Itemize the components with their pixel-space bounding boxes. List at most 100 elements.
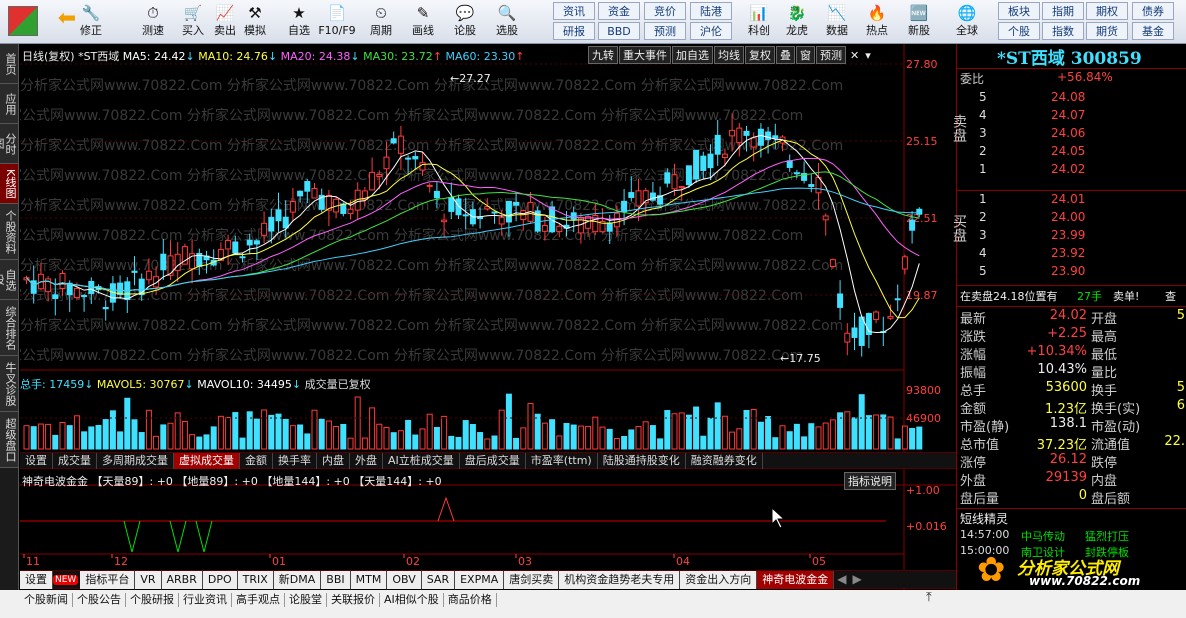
- toolbar-1-button[interactable]: ⏱ 测速: [134, 2, 172, 42]
- chart-close-icon[interactable]: ✕: [847, 49, 862, 62]
- bottom-tab-6[interactable]: 关联报价: [327, 593, 380, 607]
- volume-subtab-5[interactable]: 换手率: [273, 453, 317, 469]
- indicator-tab-6[interactable]: 新DMA: [273, 571, 322, 589]
- toolbar-small-1-button[interactable]: 资金: [598, 2, 640, 20]
- chart-button-7[interactable]: 预测: [816, 46, 846, 64]
- panel-divider: [957, 285, 1186, 286]
- indicator-tab-0[interactable]: 设置: [20, 571, 53, 589]
- indicator-help-button[interactable]: 指标说明: [844, 472, 896, 490]
- toolbar-small-0-button[interactable]: 资讯: [553, 2, 595, 20]
- toolbar-small-15-button[interactable]: 基金: [1132, 22, 1174, 40]
- toolbar-small-13-button[interactable]: 指数: [1042, 22, 1084, 40]
- bottom-tab-5[interactable]: 论股堂: [285, 593, 327, 607]
- toolbar-4-button[interactable]: ⚒ 模拟: [236, 2, 274, 42]
- toolbar-0-icon: 🔧: [81, 4, 101, 22]
- indicator-tab-9[interactable]: OBV: [387, 571, 422, 589]
- volume-subtab-8[interactable]: AI立桩成交量: [383, 453, 460, 469]
- chart-button-5[interactable]: 叠: [776, 46, 795, 64]
- volume-subtab-3[interactable]: 虚拟成交量: [174, 453, 240, 469]
- volume-subtab-7[interactable]: 外盘: [350, 453, 383, 469]
- left-tab-5[interactable]: 自选股: [0, 260, 18, 300]
- toolbar-small-3-button[interactable]: 陆港: [690, 2, 732, 20]
- toolbar-small-12-button[interactable]: 个股: [998, 22, 1040, 40]
- toolbar-small-9-button[interactable]: 指期: [1042, 2, 1084, 20]
- volume-subtab-4[interactable]: 金额: [240, 453, 273, 469]
- toolbar-small-6-button[interactable]: 预测: [644, 22, 686, 40]
- left-tab-4[interactable]: 个股资料: [0, 204, 18, 260]
- chart-dropdown-icon[interactable]: ▾: [862, 49, 874, 62]
- indicator-scroll-right-icon[interactable]: ▶: [849, 572, 864, 586]
- volume-bar: [318, 418, 325, 450]
- bottom-tab-0[interactable]: 个股新闻: [20, 593, 73, 607]
- toolbar-small-11-button[interactable]: 债券: [1132, 2, 1174, 20]
- toolbar-11-button[interactable]: 📊 科创: [740, 2, 778, 42]
- left-tab-2[interactable]: 分时图: [0, 124, 18, 164]
- indicator-tab-7[interactable]: BBI: [321, 571, 351, 589]
- toolbar-7-button[interactable]: ⏲ 周期: [362, 2, 400, 42]
- indicator-tab-10[interactable]: SAR: [421, 571, 456, 589]
- toolbar-8-button[interactable]: ✎ 画线: [404, 2, 442, 42]
- chart-button-2[interactable]: 加自选: [672, 46, 713, 64]
- volume-header: 总手: 17459↓ MAVOL5: 30767↓ MAVOL10: 34495…: [20, 378, 371, 391]
- indicator-tab-2[interactable]: VR: [135, 571, 162, 589]
- left-tab-6[interactable]: 综合排名: [0, 300, 18, 356]
- volume-subtab-11[interactable]: 陆股通持股变化: [598, 453, 686, 469]
- bottom-tab-4[interactable]: 高手观点: [232, 593, 285, 607]
- bottom-tab-1[interactable]: 个股公告: [73, 593, 126, 607]
- toolbar-15-button[interactable]: 🆕 新股: [900, 2, 938, 42]
- volume-subtab-12[interactable]: 融资融券变化: [686, 453, 763, 469]
- volume-subtab-2[interactable]: 多周期成交量: [97, 453, 174, 469]
- volume-subtab-9[interactable]: 盘后成交量: [460, 453, 526, 469]
- chart-button-1[interactable]: 重大事件: [619, 46, 671, 64]
- notice-query-button[interactable]: 查: [1165, 288, 1176, 304]
- toolbar-small-14-button[interactable]: 期货: [1086, 22, 1128, 40]
- indicator-scroll-left-icon[interactable]: ◀: [834, 572, 849, 586]
- toolbar-small-4-button[interactable]: 研报: [553, 22, 595, 40]
- toolbar-14-button[interactable]: 🔥 热点: [858, 2, 896, 42]
- volume-subtab-10[interactable]: 市盈率(ttm): [526, 453, 598, 469]
- chart-button-3[interactable]: 均线: [714, 46, 744, 64]
- indicator-tab-13[interactable]: 机构资金趋势老夫专用: [559, 571, 681, 589]
- left-tab-8[interactable]: 超级盘口: [0, 412, 18, 468]
- indicator-tab-4[interactable]: DPO: [202, 571, 238, 589]
- toolbar-9-button[interactable]: 💬 论股: [446, 2, 484, 42]
- volume-subtab-6[interactable]: 内盘: [317, 453, 350, 469]
- kline-chart-area[interactable]: 27.80 25.15 22.51 19.87 分析家公式网www.70822.Com …: [20, 44, 956, 590]
- chart-button-0[interactable]: 九转: [588, 46, 618, 64]
- indicator-tab-14[interactable]: 资金出入方向: [680, 571, 758, 589]
- left-tab-3[interactable]: K线图: [0, 164, 18, 204]
- indicator-tab-12[interactable]: 唐剑买卖: [504, 571, 560, 589]
- toolbar-small-8-button[interactable]: 板块: [998, 2, 1040, 20]
- toolbar-10-button[interactable]: 🔍 选股: [488, 2, 526, 42]
- toolbar-small-5-button[interactable]: BBD: [598, 22, 640, 40]
- volume-subtab-1[interactable]: 成交量: [53, 453, 97, 469]
- volume-subtab-0[interactable]: 设置: [20, 453, 53, 469]
- bottom-tab-7[interactable]: AI相似个股: [380, 593, 444, 607]
- toolbar-16-button[interactable]: 🌐 全球: [948, 2, 986, 42]
- home-icon[interactable]: [8, 6, 38, 36]
- toolbar-0-button[interactable]: 🔧 修正: [72, 2, 110, 42]
- toolbar-small-10-button[interactable]: 期权: [1086, 2, 1128, 20]
- bottom-tab-2[interactable]: 个股研报: [126, 593, 179, 607]
- toolbar-small-7-button[interactable]: 沪伦: [690, 22, 732, 40]
- toolbar-small-2-button[interactable]: 竞价: [644, 2, 686, 20]
- bottom-tab-3[interactable]: 行业资讯: [179, 593, 232, 607]
- toolbar-12-button[interactable]: 🐉 龙虎: [778, 2, 816, 42]
- collapse-up-icon[interactable]: ⤒: [926, 590, 932, 605]
- indicator-tab-5[interactable]: TRIX: [237, 571, 274, 589]
- bottom-tab-8[interactable]: 商品价格: [444, 593, 497, 607]
- indicator-tab-11[interactable]: EXPMA: [455, 571, 505, 589]
- indicator-tab-15[interactable]: 神奇电波金金: [757, 571, 835, 589]
- left-tab-1[interactable]: 应用: [0, 84, 18, 124]
- toolbar-5-button[interactable]: ★ 自选: [280, 2, 318, 42]
- toolbar-13-button[interactable]: 📉 数据: [818, 2, 856, 42]
- left-tab-7[interactable]: 牛叉诊股: [0, 356, 18, 412]
- indicator-tab-8[interactable]: MTM: [350, 571, 388, 589]
- left-tab-0[interactable]: 首页: [0, 44, 18, 84]
- chart-button-4[interactable]: 复权: [745, 46, 775, 64]
- indicator-tab-1[interactable]: 指标平台: [80, 571, 136, 589]
- short-genie-title[interactable]: 短线精灵: [960, 510, 1008, 527]
- indicator-tab-3[interactable]: ARBR: [161, 571, 203, 589]
- toolbar-6-button[interactable]: 📄 F10/F9: [318, 2, 356, 42]
- chart-button-6[interactable]: 窗: [796, 46, 815, 64]
